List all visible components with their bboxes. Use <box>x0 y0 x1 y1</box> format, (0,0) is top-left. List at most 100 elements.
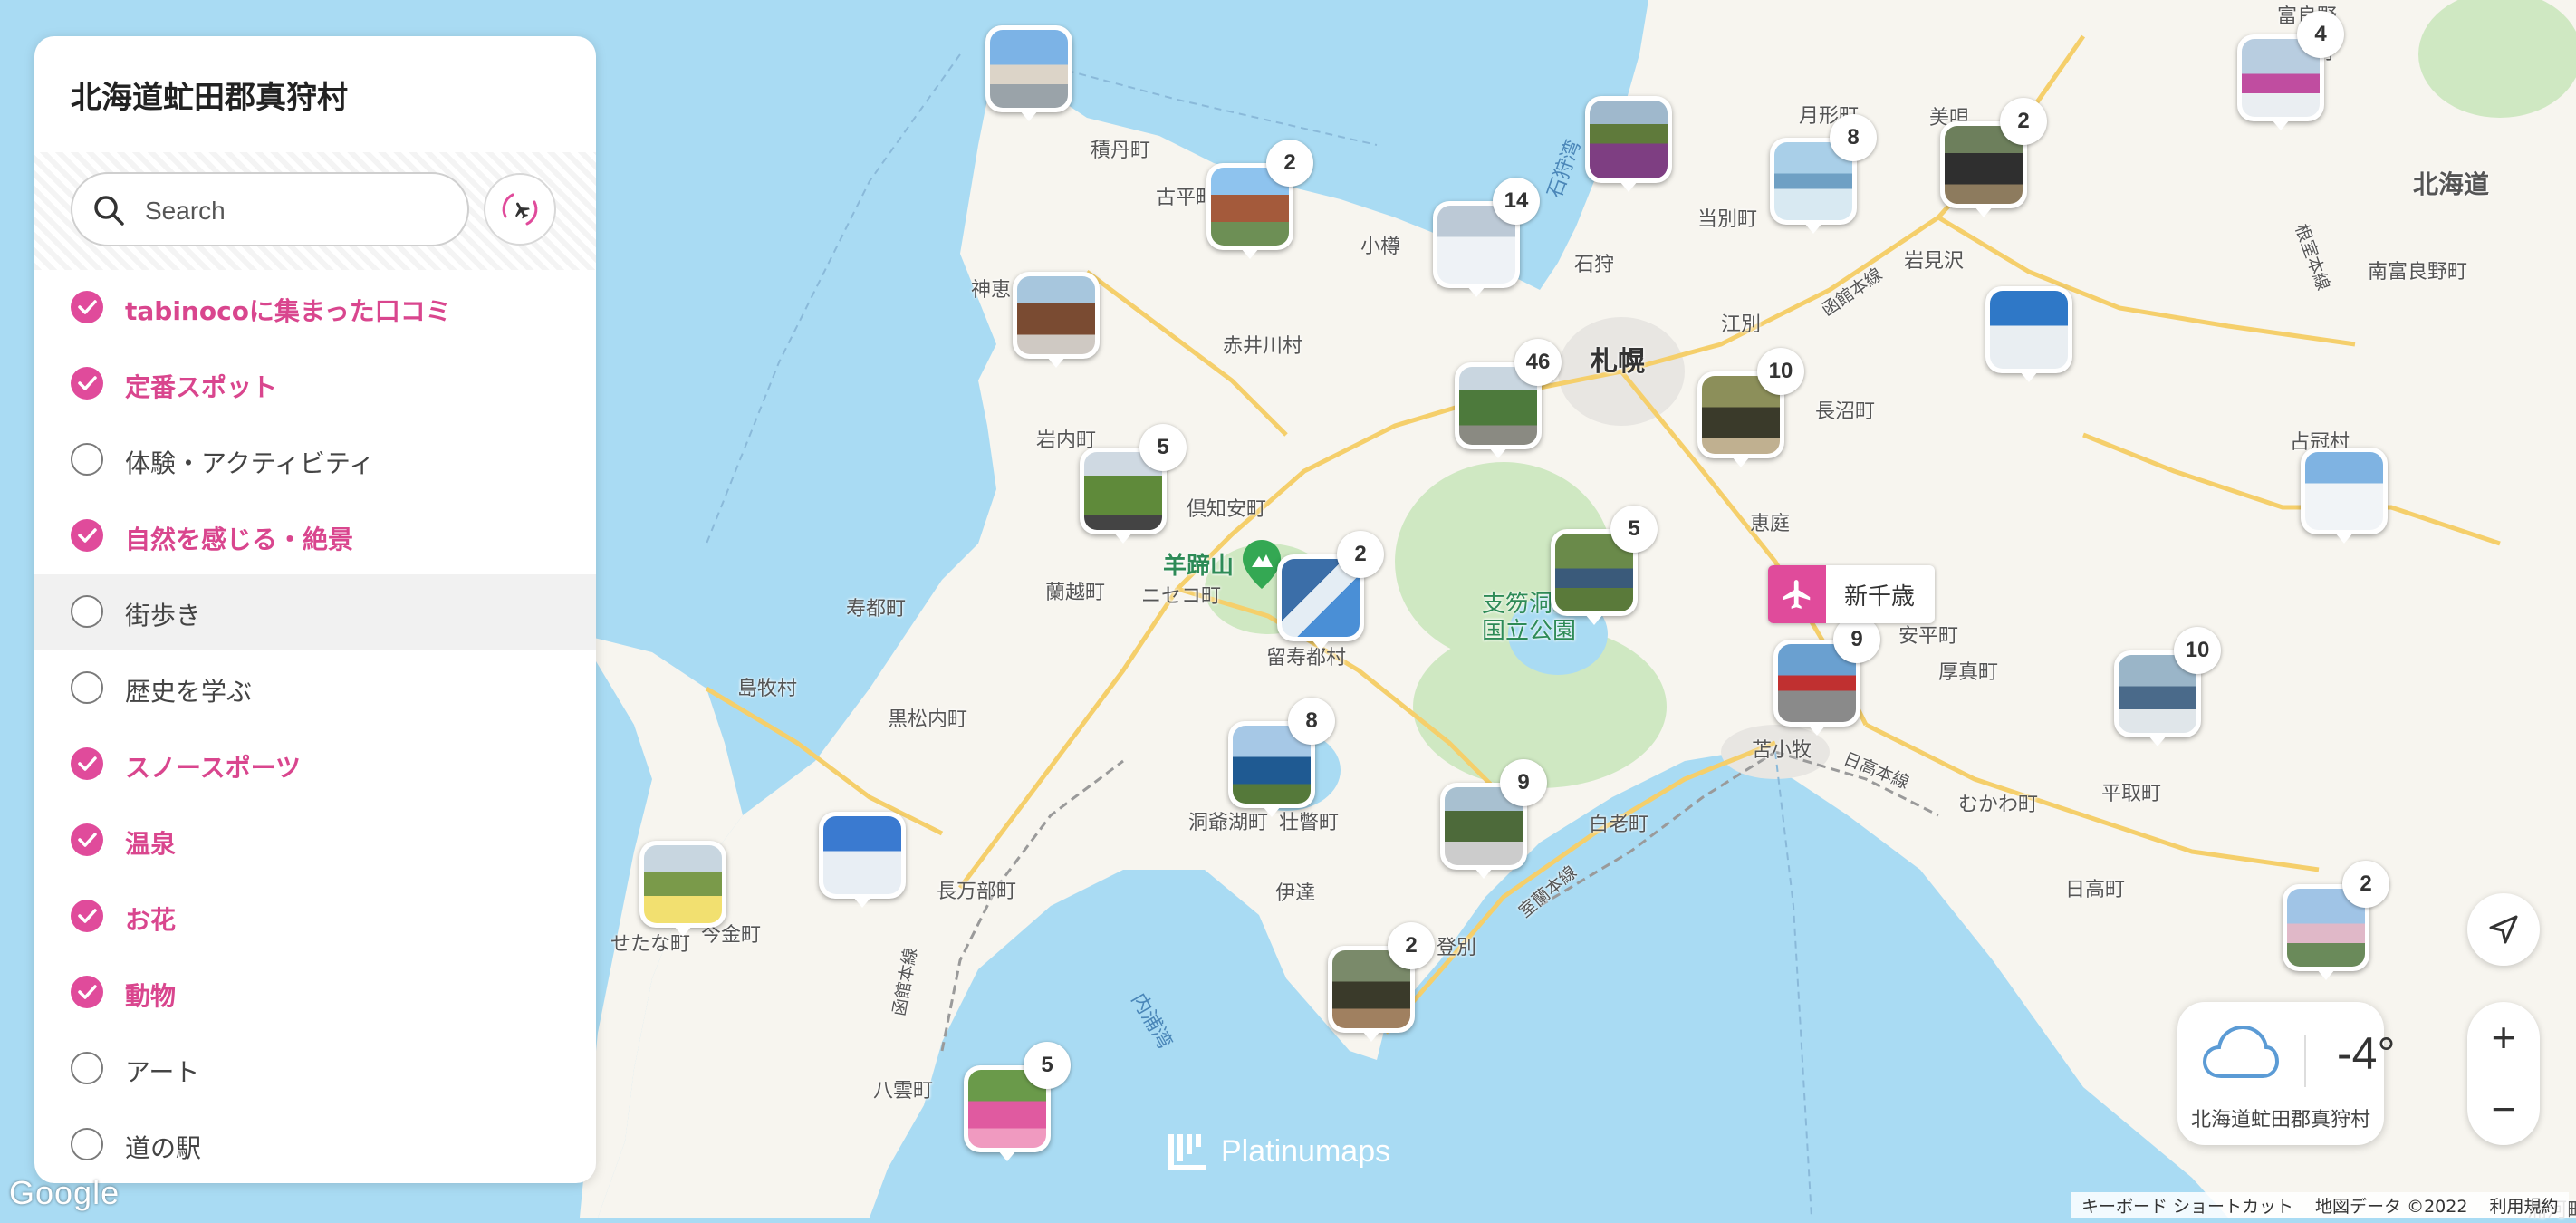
my-location-button[interactable] <box>2467 893 2540 966</box>
unchecked-circle-icon[interactable] <box>71 443 103 476</box>
airport-marker[interactable]: 新千歳 <box>1768 565 1936 623</box>
spot-marker[interactable] <box>2301 448 2388 544</box>
label-akaigawa: 赤井川村 <box>1223 335 1303 358</box>
spot-marker[interactable]: 5 <box>1080 424 1187 544</box>
spot-marker[interactable]: 9 <box>1773 616 1880 736</box>
spot-marker[interactable]: 2 <box>1206 140 1313 259</box>
spot-marker[interactable] <box>1585 96 1672 192</box>
category-label: 道の駅 <box>125 1133 202 1163</box>
label-otaru: 小樽 <box>1360 236 1401 258</box>
spot-photo <box>1990 291 2068 369</box>
zoom-in-button[interactable]: + <box>2467 1002 2540 1074</box>
label-mukawa: むかわ町 <box>1958 794 2039 816</box>
google-logo: Google <box>9 1174 120 1211</box>
zoom-out-button[interactable]: − <box>2467 1074 2540 1145</box>
category-item[interactable]: 定番スポット <box>34 346 596 422</box>
checked-circle-icon[interactable] <box>71 976 103 1008</box>
label-hiratori: 平取町 <box>2101 783 2162 805</box>
spot-marker[interactable]: 5 <box>1551 506 1658 625</box>
category-item[interactable]: お花 <box>34 879 596 955</box>
spot-count-badge: 46 <box>1514 339 1562 386</box>
category-item[interactable]: 道の駅 <box>34 1107 596 1183</box>
checked-circle-icon[interactable] <box>71 291 103 323</box>
keyboard-shortcuts-link[interactable]: キーボード ショートカット <box>2081 1193 2293 1218</box>
category-label: 歴史を学ぶ <box>125 677 253 707</box>
spot-marker[interactable] <box>819 812 906 908</box>
cloud-icon <box>2203 1025 2279 1078</box>
panel-title: 北海道虻田郡真狩村 <box>71 80 348 116</box>
spot-marker[interactable]: 2 <box>2283 861 2389 980</box>
spot-count-badge: 4 <box>2297 11 2344 58</box>
spot-count-badge: 9 <box>1500 759 1547 806</box>
spot-marker[interactable]: 4 <box>2237 11 2344 130</box>
checked-circle-icon[interactable] <box>71 747 103 780</box>
spot-marker[interactable] <box>985 25 1072 121</box>
spot-marker[interactable] <box>1985 286 2072 382</box>
spot-marker[interactable]: 2 <box>1277 531 1384 650</box>
label-noboribetsu: 登別 <box>1437 937 1477 959</box>
label-rusutsu: 留寿都村 <box>1266 647 1347 669</box>
terms-link[interactable]: 利用規約 <box>2489 1193 2558 1218</box>
mountain-pin-icon[interactable] <box>1243 540 1281 589</box>
category-item[interactable]: 体験・アクティビティ <box>34 422 596 498</box>
spot-count-badge: 14 <box>1493 178 1540 225</box>
label-minami-furano: 南富良野町 <box>2368 261 2468 284</box>
spot-marker[interactable]: 14 <box>1433 178 1540 297</box>
spot-marker[interactable]: 8 <box>1228 698 1335 817</box>
weather-widget[interactable]: -4° 北海道虻田郡真狩村 <box>2177 1002 2395 1145</box>
unchecked-circle-icon[interactable] <box>71 595 103 628</box>
label-yakumo: 八雲町 <box>873 1080 934 1103</box>
label-iwamizawa: 岩見沢 <box>1904 250 1965 273</box>
label-toya: 洞爺湖町 <box>1188 812 1269 834</box>
category-item[interactable]: 動物 <box>34 955 596 1031</box>
spot-marker[interactable]: 5 <box>964 1042 1071 1161</box>
spot-marker[interactable]: 10 <box>1697 348 1804 467</box>
category-item[interactable]: tabinocoに集まった口コミ <box>34 270 596 346</box>
spot-marker[interactable]: 2 <box>1940 98 2047 217</box>
spot-count-badge: 10 <box>2174 627 2221 674</box>
category-item[interactable]: 歴史を学ぶ <box>34 650 596 727</box>
category-item[interactable]: 街歩き <box>34 574 596 650</box>
unchecked-circle-icon[interactable] <box>71 671 103 704</box>
spot-marker[interactable]: 2 <box>1328 922 1435 1042</box>
spot-marker[interactable]: 9 <box>1440 759 1547 879</box>
route-airplane-icon <box>502 193 538 226</box>
label-hokkaido: 北海道 <box>2413 169 2490 199</box>
spot-marker[interactable]: 46 <box>1455 339 1562 458</box>
spot-marker[interactable]: 10 <box>2114 627 2221 746</box>
label-sobetsu: 壮瞥町 <box>1279 812 1340 834</box>
checked-circle-icon[interactable] <box>71 823 103 856</box>
category-item[interactable]: スノースポーツ <box>34 727 596 803</box>
category-label: 定番スポット <box>125 372 278 402</box>
unchecked-circle-icon[interactable] <box>71 1128 103 1160</box>
zoom-control: + − <box>2467 1002 2540 1145</box>
category-label: 温泉 <box>125 829 177 859</box>
spot-count-badge: 2 <box>2000 98 2047 145</box>
spot-photo <box>990 30 1068 108</box>
label-kuromatsunai: 黒松内町 <box>888 708 968 731</box>
spot-marker[interactable]: 8 <box>1770 114 1877 234</box>
map-data-attribution: 地図データ ©2022 <box>2315 1196 2468 1217</box>
checked-circle-icon[interactable] <box>71 519 103 552</box>
spot-count-badge: 8 <box>1288 698 1335 745</box>
spot-marker[interactable] <box>639 841 726 937</box>
category-item[interactable]: アート <box>34 1031 596 1107</box>
nearby-route-button[interactable] <box>484 173 556 246</box>
spot-photo <box>1590 101 1668 178</box>
label-tomakomai: 苫小牧 <box>1752 739 1812 762</box>
label-shimamaki: 島牧村 <box>737 678 798 700</box>
checked-circle-icon[interactable] <box>71 367 103 400</box>
category-label: お花 <box>125 905 177 935</box>
category-item[interactable]: 自然を感じる・絶景 <box>34 498 596 574</box>
label-shakotan: 積丹町 <box>1091 140 1151 162</box>
checked-circle-icon[interactable] <box>71 900 103 932</box>
label-niseko: ニセコ町 <box>1141 585 1222 608</box>
label-kamoenai: 神恵 <box>971 279 1012 302</box>
search-box[interactable] <box>71 172 469 246</box>
category-item[interactable]: 温泉 <box>34 803 596 879</box>
spot-count-badge: 5 <box>1139 424 1187 471</box>
spot-marker[interactable] <box>1013 272 1100 368</box>
unchecked-circle-icon[interactable] <box>71 1052 103 1084</box>
search-icon <box>94 196 124 226</box>
search-input[interactable] <box>143 190 455 232</box>
